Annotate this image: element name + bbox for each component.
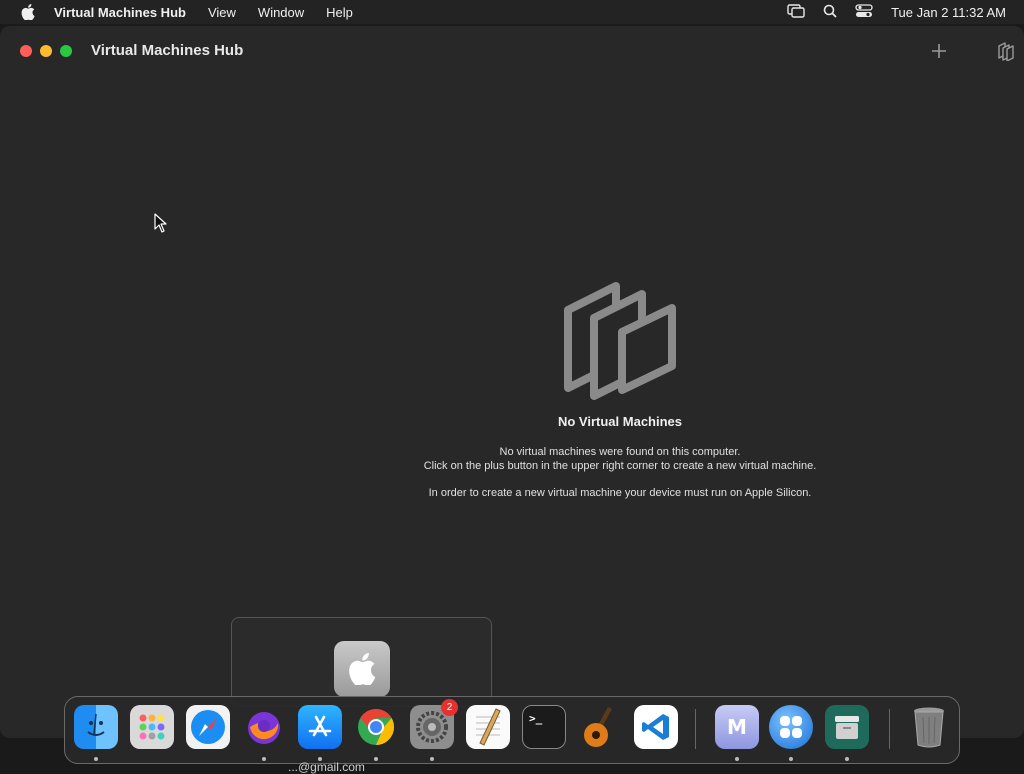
trash-icon[interactable] [907,705,951,749]
terminal-icon[interactable]: >_ [522,705,566,749]
running-indicator [262,757,266,761]
empty-state-description: No virtual machines were found on this c… [0,445,1024,473]
menu-window[interactable]: Window [258,5,304,20]
close-window-button[interactable] [20,45,32,57]
menu-app-name[interactable]: Virtual Machines Hub [54,5,186,20]
vm-library-button[interactable] [994,39,1018,63]
menu-clock[interactable]: Tue Jan 2 11:32 AM [891,5,1006,20]
maximize-window-button[interactable] [60,45,72,57]
running-indicator [94,757,98,761]
spotlight-search-icon[interactable] [823,4,837,21]
launchpad-icon[interactable] [130,705,174,749]
virtual-machine-icon [998,42,1014,61]
window-title: Virtual Machines Hub [91,42,244,59]
dock-divider [889,709,890,749]
running-indicator [735,757,739,761]
apple-menu-icon[interactable] [16,4,40,20]
stacked-vms-icon [564,282,676,400]
menu-view[interactable]: View [208,5,236,20]
running-indicator [845,757,849,761]
dock-preview-popover[interactable] [231,617,492,707]
apple-silicon-note: In order to create a new virtual machine… [428,487,812,499]
running-indicator [374,757,378,761]
dock: 2 >_ M [64,696,960,764]
apple-macos-icon[interactable] [334,641,390,697]
vscode-icon[interactable] [634,705,678,749]
app-store-icon[interactable] [298,705,342,749]
minimize-window-button[interactable] [40,45,52,57]
finder-icon[interactable] [74,705,118,749]
terminal-prompt: >_ [529,712,543,725]
app-window: Virtual Machines Hub No Virtual Machines… [0,26,1024,738]
m-app-icon[interactable]: M [715,705,759,749]
running-indicator [430,757,434,761]
garageband-icon[interactable] [578,705,622,749]
add-vm-button[interactable] [928,40,950,62]
empty-state-title: No Virtual Machines [557,414,682,429]
system-settings-icon[interactable]: 2 [410,699,458,749]
background-email-text: ...@gmail.com [288,760,365,774]
empty-state-line-1: No virtual machines were found on this c… [499,446,741,458]
plus-icon [932,44,946,58]
notification-badge: 2 [441,699,458,716]
control-center-icon[interactable] [855,3,873,21]
running-indicator [789,757,793,761]
m-app-label: M [727,715,747,739]
firefox-icon[interactable] [242,705,286,749]
textedit-icon[interactable] [466,705,510,749]
archive-icon[interactable] [825,705,869,749]
screen-mirroring-icon[interactable] [787,3,805,21]
chrome-icon[interactable] [354,705,398,749]
vm-hub-icon[interactable] [769,705,813,749]
empty-state-line-2: Click on the plus button in the upper ri… [423,460,817,472]
menu-help[interactable]: Help [326,5,353,20]
mouse-cursor-icon [154,213,167,233]
title-bar: Virtual Machines Hub [0,26,1024,76]
dock-divider [695,709,696,749]
menu-bar: Virtual Machines Hub View Window Help Tu… [0,0,1024,24]
safari-icon[interactable] [186,705,230,749]
